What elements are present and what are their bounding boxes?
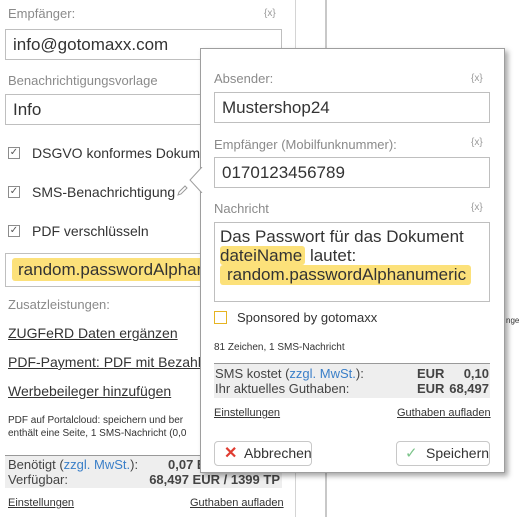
password-token: random.passwordAlphanu xyxy=(12,258,204,281)
cancel-label: Abbrechen xyxy=(244,445,312,461)
available-label: Verfügbar: xyxy=(8,472,68,487)
sponsored-label: Sponsored by gotomaxx xyxy=(237,310,378,325)
sms-settings-popup: Absender: {x} Mustershop24 Empfänger (Mo… xyxy=(189,48,505,473)
sender-variable-icon[interactable]: {x} xyxy=(471,73,483,84)
popup-topup-link[interactable]: Guthaben aufladen xyxy=(397,407,491,419)
settings-link[interactable]: Einstellungen xyxy=(8,497,74,509)
pencil-icon[interactable] xyxy=(176,184,188,196)
sms-checkbox[interactable]: ✓ xyxy=(8,186,20,198)
popup-settings-link[interactable]: Einstellungen xyxy=(214,407,280,419)
char-count: 81 Zeichen, 1 SMS-Nachricht xyxy=(214,342,345,353)
message-text-2: lautet: xyxy=(309,246,357,265)
template-label: Benachrichtigungsvorlage xyxy=(8,73,158,88)
cost-suffix: ): xyxy=(355,366,364,381)
save-button[interactable]: ✓ Speichern xyxy=(396,441,490,466)
pdf-payment-link[interactable]: PDF-Payment: PDF mit Bezahlfu xyxy=(8,354,200,370)
password-token-popup: random.passwordAlphanumeric xyxy=(220,265,472,285)
required-suffix: ): xyxy=(130,457,139,472)
message-textarea[interactable]: Das Passwort für das Dokument dateiName … xyxy=(214,222,490,302)
topup-link[interactable]: Guthaben aufladen xyxy=(190,497,284,509)
info-line-1: PDF auf Portalcloud: speichern und ber xyxy=(8,415,184,426)
zugferd-link[interactable]: ZUGFeRD Daten ergänzen xyxy=(8,325,178,341)
filename-token: dateiName xyxy=(220,246,306,265)
message-line-3: random.passwordAlphanumeric xyxy=(220,265,484,285)
cancel-button[interactable]: ✕ Abbrechen xyxy=(214,441,312,466)
background-fragment: nge xyxy=(506,316,520,325)
sponsored-checkbox[interactable] xyxy=(214,311,227,324)
encrypt-checkbox[interactable]: ✓ xyxy=(8,225,20,237)
popup-arrow xyxy=(189,167,203,193)
info-line-2: enthält eine Seite, 1 SMS-Nachricht (0,0 xyxy=(8,428,187,439)
recipient-label: Empfänger: xyxy=(8,6,76,21)
sms-label: SMS-Benachrichtigung xyxy=(32,184,176,200)
required-label: Benötigt (zzgl. MwSt.): xyxy=(8,457,138,472)
vat-link-popup[interactable]: zzgl. MwSt. xyxy=(289,366,355,381)
encrypt-label: PDF verschlüsseln xyxy=(32,223,149,239)
message-line-2: dateiName lautet: xyxy=(220,246,484,265)
check-icon: ✓ xyxy=(405,445,418,462)
extras-label: Zusatzleistungen: xyxy=(8,297,110,312)
sender-input[interactable]: Mustershop24 xyxy=(214,92,490,123)
balance-label: Ihr aktuelles Guthaben: xyxy=(215,381,350,396)
available-value: 68,497 EUR / 1399 TP xyxy=(149,472,280,487)
variable-icon[interactable]: {x} xyxy=(264,8,276,19)
werbebeileger-link[interactable]: Werbebeileger hinzufügen xyxy=(8,383,171,399)
message-variable-icon[interactable]: {x} xyxy=(471,202,483,213)
dsgvo-checkbox[interactable]: ✓ xyxy=(8,147,20,159)
dsgvo-label: DSGVO konformes Dokumen xyxy=(32,145,216,161)
close-icon: ✕ xyxy=(224,445,238,462)
password-input[interactable]: random.passwordAlphanu xyxy=(5,253,205,287)
message-line-1: Das Passwort für das Dokument xyxy=(220,227,464,246)
cost-value: 0,10 xyxy=(463,366,489,381)
mobile-input[interactable]: 0170123456789 xyxy=(214,157,490,188)
message-label: Nachricht xyxy=(214,201,269,216)
cost-currency: EUR xyxy=(417,366,445,381)
mobile-label: Empfänger (Mobilfunknummer): xyxy=(214,137,397,152)
sms-cost-label: SMS kostet (zzgl. MwSt.): xyxy=(215,366,364,381)
vat-link[interactable]: zzgl. MwSt. xyxy=(64,457,130,472)
cost-label-text: SMS kostet ( xyxy=(215,366,290,381)
required-label-text: Benötigt ( xyxy=(8,457,64,472)
sender-label: Absender: xyxy=(214,71,274,86)
save-label: Speichern xyxy=(426,445,490,461)
mobile-variable-icon[interactable]: {x} xyxy=(471,137,483,148)
balance-value: 68,497 xyxy=(449,381,489,396)
